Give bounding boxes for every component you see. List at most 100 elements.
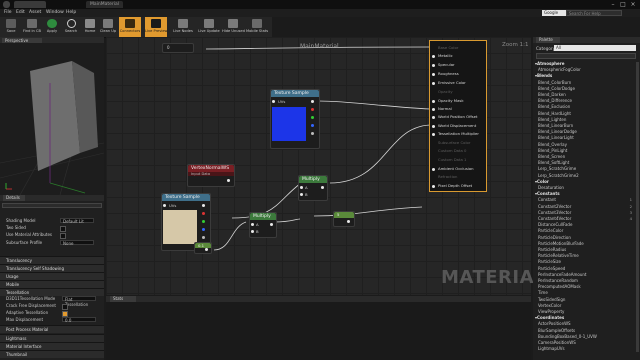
texture-sample-2-a-pin[interactable] <box>202 236 205 239</box>
menu-help[interactable]: Help <box>66 9 76 17</box>
graph-node-top-stub[interactable]: 0 <box>162 43 194 53</box>
title-tab-blank[interactable] <box>14 1 46 8</box>
main-pin-pixel-depth-offset[interactable] <box>432 185 435 188</box>
palette-item-label: ParticleDirection <box>538 234 571 240</box>
texture-sample-2-rgb-pin[interactable] <box>202 204 205 207</box>
multiply-1-output-pin[interactable] <box>270 223 273 226</box>
texture-sample-1-a-pin[interactable] <box>311 132 314 135</box>
constant-1-output-pin[interactable] <box>205 248 208 251</box>
main-input-subsurface-color[interactable]: Subsurface Color <box>431 139 486 147</box>
main-input-world-position-offset[interactable]: World Position Offset <box>431 113 486 121</box>
main-input-ambient-occlusion[interactable]: Ambient Occlusion <box>431 165 486 173</box>
multiply-2-output-pin[interactable] <box>321 186 324 189</box>
multiply-2-b-pin[interactable] <box>300 193 303 196</box>
main-input-specular[interactable]: Specular <box>431 61 486 69</box>
main-input-pixel-depth-offset[interactable]: Pixel Depth Offset <box>431 182 486 190</box>
texture-sample-2-g-pin[interactable] <box>202 220 205 223</box>
main-input-roughness[interactable]: Roughness <box>431 70 486 78</box>
details-tab[interactable]: Details <box>3 195 25 201</box>
stats-tab[interactable]: Stats <box>110 296 136 302</box>
graph-node-constant-1[interactable]: 0.1 <box>194 242 212 254</box>
texture-sample-1-r-pin[interactable] <box>311 108 314 111</box>
palette-item-label: Lerp_ScratchGrime2 <box>538 172 579 178</box>
live-preview-button[interactable]: Live Preview <box>145 17 167 37</box>
details-search-input[interactable] <box>2 203 102 208</box>
section-usage[interactable]: Usage <box>0 272 104 280</box>
menu-file[interactable]: File <box>4 9 12 17</box>
palette-search-input[interactable] <box>536 53 636 59</box>
title-tab-mainmaterial[interactable]: MainMaterial <box>86 1 124 8</box>
main-pin-tessellation-multiplier[interactable] <box>432 133 435 136</box>
close-icon[interactable]: × <box>628 1 638 8</box>
texture-sample-1-rgb-pin[interactable] <box>311 100 314 103</box>
main-pin-ambient-occlusion[interactable] <box>432 168 435 171</box>
main-input-normal[interactable]: Normal <box>431 105 486 113</box>
graph-node-constant-2[interactable]: 5 <box>333 211 355 227</box>
texture-sample-2-b-pin[interactable] <box>202 228 205 231</box>
main-pin-metallic[interactable] <box>432 55 435 58</box>
main-pin-normal[interactable] <box>432 108 435 111</box>
palette-scrollbar[interactable] <box>636 62 639 352</box>
section-translucency-self-shadowing[interactable]: Translucency Self Shadowing <box>0 264 104 272</box>
section-lightmass[interactable]: Lightmass <box>0 334 104 342</box>
hide-unused-button[interactable]: Hide Unused <box>222 17 245 37</box>
constant-2-output-pin[interactable] <box>347 220 350 223</box>
maximize-icon[interactable]: □ <box>618 1 628 8</box>
main-pin-roughness[interactable] <box>432 73 435 76</box>
find-in-cb-button[interactable]: Find in CB <box>21 17 43 37</box>
subsurface-profile-dropdown[interactable]: None <box>60 240 94 246</box>
mobile-stats-button[interactable]: Mobile Stats <box>246 17 268 37</box>
save-button[interactable]: Save <box>0 17 22 37</box>
texture-sample-1-b-pin[interactable] <box>311 124 314 127</box>
section-material-interface[interactable]: Material Interface <box>0 342 104 350</box>
section-translucency[interactable]: Translucency <box>0 256 104 264</box>
main-input-base-color[interactable]: Base Color <box>431 44 486 52</box>
shading-model-dropdown[interactable]: Default Lit <box>60 218 94 224</box>
d3d11-tessellation-mode-dropdown[interactable]: Flat Tessellation <box>62 296 96 307</box>
multiply-1-b-pin[interactable] <box>251 230 254 233</box>
vertex-normal-ws-output-pin[interactable] <box>227 179 230 182</box>
texture-sample-2-uvs-pin[interactable] <box>163 204 166 207</box>
texture-sample-1-uvs-pin[interactable] <box>272 100 275 103</box>
main-input-tessellation-multiplier[interactable]: Tessellation Multiplier <box>431 130 486 138</box>
main-pin-emissive-color[interactable] <box>432 82 435 85</box>
main-pin-world-displacement[interactable] <box>432 125 435 128</box>
section-post-process-material[interactable]: Post Process Material <box>0 325 104 333</box>
main-input-refraction[interactable]: Refraction <box>431 173 486 181</box>
main-pin-specular[interactable] <box>432 64 435 67</box>
main-input-world-displacement[interactable]: World Displacement <box>431 122 486 130</box>
palette-item-label: Blend_LinearLight <box>538 135 574 141</box>
palette-tab[interactable]: Palette <box>536 37 560 43</box>
menu-edit[interactable]: Edit <box>16 9 25 17</box>
google-search-button[interactable]: Google <box>542 10 566 16</box>
live-update-icon <box>204 19 214 28</box>
help-search-input[interactable]: Search For Help <box>566 10 622 16</box>
palette-category-dropdown[interactable]: All <box>554 45 636 51</box>
main-input-custom-data-1[interactable]: Custom Data 1 <box>431 156 486 164</box>
multiply-1-a-pin[interactable] <box>251 223 254 226</box>
graph-node-vertex-normal-ws[interactable]: VertexNormalWS Input Data <box>187 164 235 187</box>
live-update-button[interactable]: Live Update <box>198 17 220 37</box>
main-input-emissive-color[interactable]: Emissive Color <box>431 79 486 87</box>
section-mobile[interactable]: Mobile <box>0 280 104 288</box>
texture-sample-2-r-pin[interactable] <box>202 212 205 215</box>
main-input-pixel-depth-offset-label: Pixel Depth Offset <box>438 183 473 188</box>
main-input-custom-data-0[interactable]: Custom Data 0 <box>431 147 486 155</box>
main-input-metallic-label: Metallic <box>438 53 453 58</box>
palette-item[interactable]: LightmapUVs <box>538 346 634 352</box>
main-pin-world-position-offset[interactable] <box>432 116 435 119</box>
connectors-button[interactable]: Connectors <box>119 17 141 37</box>
multiply-2-a-pin[interactable] <box>300 186 303 189</box>
main-input-metallic[interactable]: Metallic <box>431 52 486 60</box>
menu-asset[interactable]: Asset <box>29 9 41 17</box>
main-input-opacity-mask[interactable]: Opacity Mask <box>431 97 486 105</box>
clean-up-button[interactable]: Clean Up <box>97 17 119 37</box>
main-pin-opacity-mask[interactable] <box>432 100 435 103</box>
max-displacement-input[interactable]: 0.0 <box>62 317 96 323</box>
section-thumbnail[interactable]: Thumbnail <box>0 350 104 358</box>
minimize-icon[interactable]: – <box>608 1 618 8</box>
live-nodes-button[interactable]: Live Nodes <box>172 17 194 37</box>
main-input-opacity[interactable]: Opacity <box>431 88 486 96</box>
texture-sample-1-g-pin[interactable] <box>311 116 314 119</box>
menu-window[interactable]: Window <box>46 9 64 17</box>
